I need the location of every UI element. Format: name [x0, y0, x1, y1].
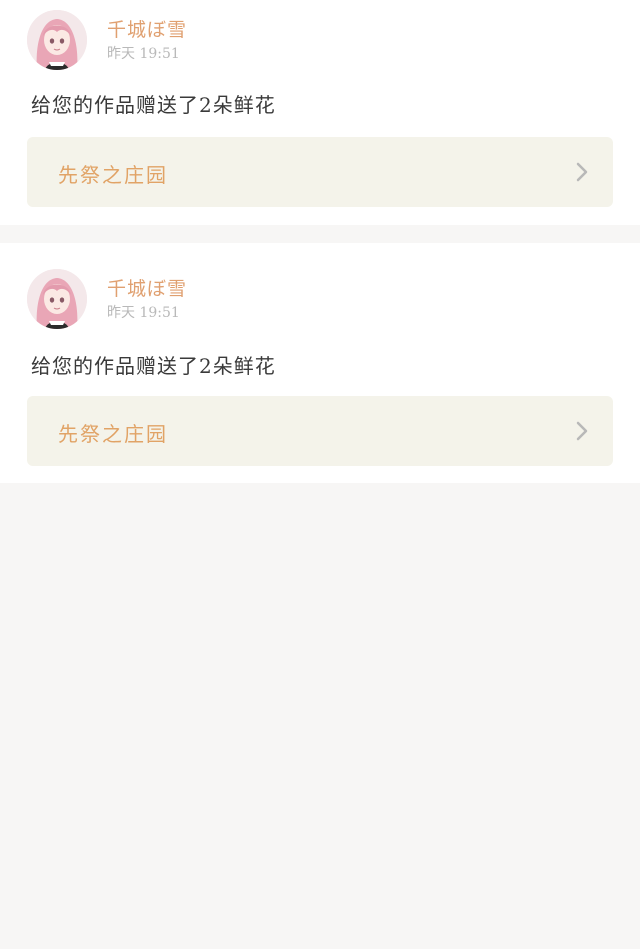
notification-message: 给您的作品赠送了2朵鲜花 [31, 354, 276, 378]
username[interactable]: 千城ぼ雪 [107, 274, 187, 301]
card-divider [0, 225, 640, 243]
chevron-right-icon [576, 421, 588, 441]
avatar[interactable] [27, 269, 87, 329]
notification-header: 千城ぼ雪 昨天 19:51 [27, 10, 617, 70]
notification-header: 千城ぼ雪 昨天 19:51 [27, 269, 617, 329]
work-title: 先祭之庄园 [58, 163, 168, 187]
work-title: 先祭之庄园 [58, 422, 168, 446]
user-avatar-icon [27, 10, 87, 70]
user-avatar-icon [27, 269, 87, 329]
chevron-right-icon [576, 162, 588, 182]
timestamp: 昨天 19:51 [107, 305, 180, 321]
notification-card: 千城ぼ雪 昨天 19:51 给您的作品赠送了2朵鲜花 先祭之庄园 [0, 0, 640, 225]
work-link-button[interactable]: 先祭之庄园 [27, 137, 613, 207]
notification-message: 给您的作品赠送了2朵鲜花 [31, 93, 276, 117]
username[interactable]: 千城ぼ雪 [107, 15, 187, 42]
timestamp: 昨天 19:51 [107, 46, 180, 62]
avatar[interactable] [27, 10, 87, 70]
notification-card: 千城ぼ雪 昨天 19:51 给您的作品赠送了2朵鲜花 先祭之庄园 [0, 243, 640, 483]
notification-feed: 千城ぼ雪 昨天 19:51 给您的作品赠送了2朵鲜花 先祭之庄园 千城ぼ雪 昨天… [0, 0, 640, 483]
work-link-button[interactable]: 先祭之庄园 [27, 396, 613, 466]
